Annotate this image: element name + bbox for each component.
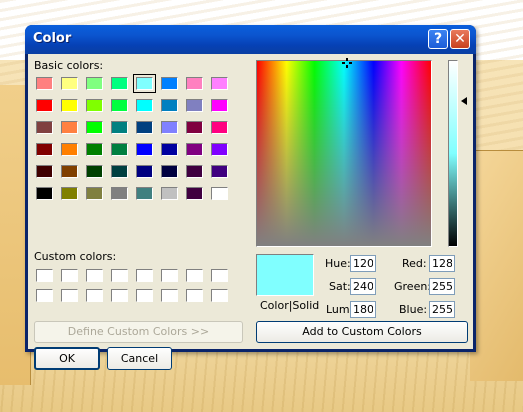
title-bar[interactable]: Color ? ✕ [25, 25, 476, 54]
custom-color-swatch[interactable] [186, 269, 203, 282]
custom-color-swatch[interactable] [136, 269, 153, 282]
basic-colors-label: Basic colors: [34, 59, 104, 72]
basic-color-swatch[interactable] [36, 77, 53, 90]
basic-color-swatch[interactable] [211, 143, 228, 156]
basic-color-swatch[interactable] [161, 99, 178, 112]
basic-color-swatch[interactable] [161, 165, 178, 178]
custom-colors-label: Custom colors: [34, 250, 117, 263]
custom-color-swatch[interactable] [36, 289, 53, 302]
red-label: Red: [402, 257, 427, 270]
luminosity-slider[interactable] [448, 60, 458, 247]
basic-color-swatch[interactable] [136, 143, 153, 156]
basic-color-swatch[interactable] [86, 121, 103, 134]
color-dialog: Color ? ✕ Basic colors: Custom colors: D… [25, 25, 476, 370]
help-button[interactable]: ? [428, 29, 448, 49]
hue-field[interactable] [350, 255, 376, 272]
basic-color-swatch[interactable] [136, 121, 153, 134]
custom-color-swatch[interactable] [86, 269, 103, 282]
basic-color-swatch[interactable] [211, 121, 228, 134]
red-field[interactable] [429, 255, 455, 272]
basic-color-swatch[interactable] [86, 143, 103, 156]
basic-color-swatch[interactable] [61, 121, 78, 134]
basic-color-swatch[interactable] [186, 77, 203, 90]
basic-color-swatch[interactable] [211, 165, 228, 178]
custom-color-swatch[interactable] [211, 269, 228, 282]
basic-color-swatch[interactable] [61, 77, 78, 90]
luminosity-arrow-icon[interactable] [461, 97, 467, 105]
add-to-custom-colors-button[interactable]: Add to Custom Colors [256, 321, 468, 343]
background-object-right [470, 150, 523, 381]
basic-color-swatch[interactable] [111, 187, 128, 200]
basic-color-swatch[interactable] [86, 187, 103, 200]
color-preview [256, 254, 314, 296]
custom-color-swatch[interactable] [111, 269, 128, 282]
green-label: Green: [394, 280, 432, 293]
cancel-button[interactable]: Cancel [107, 347, 172, 370]
basic-color-swatch[interactable] [161, 77, 178, 90]
crosshair-icon [342, 58, 352, 68]
basic-color-swatch[interactable] [211, 77, 228, 90]
basic-color-swatch[interactable] [186, 165, 203, 178]
color-spectrum[interactable] [256, 58, 432, 247]
basic-color-swatch[interactable] [36, 121, 53, 134]
custom-color-swatch[interactable] [61, 269, 78, 282]
color-solid-label: Color|Solid [260, 299, 320, 312]
custom-color-swatch[interactable] [86, 289, 103, 302]
basic-color-swatch[interactable] [136, 99, 153, 112]
basic-color-swatch[interactable] [61, 143, 78, 156]
basic-color-swatch[interactable] [136, 165, 153, 178]
basic-color-swatch[interactable] [186, 143, 203, 156]
close-icon: ✕ [454, 31, 466, 47]
custom-color-swatch[interactable] [36, 269, 53, 282]
dialog-client-area: Basic colors: Custom colors: Define Cust… [28, 54, 473, 370]
hue-label: Hue: [325, 257, 351, 270]
basic-color-swatch[interactable] [186, 99, 203, 112]
help-icon: ? [433, 31, 443, 47]
blue-label: Blue: [399, 303, 428, 316]
basic-color-swatch[interactable] [61, 187, 78, 200]
basic-color-swatch[interactable] [111, 77, 128, 90]
basic-color-swatch[interactable] [111, 165, 128, 178]
lum-field[interactable] [350, 301, 376, 318]
custom-color-swatch[interactable] [161, 289, 178, 302]
basic-color-swatch[interactable] [186, 121, 203, 134]
ok-button[interactable]: OK [34, 347, 100, 370]
basic-color-swatch[interactable] [211, 187, 228, 200]
sat-label: Sat: [329, 280, 351, 293]
basic-color-swatch[interactable] [111, 99, 128, 112]
custom-color-swatch[interactable] [136, 289, 153, 302]
basic-color-swatch[interactable] [161, 187, 178, 200]
green-field[interactable] [429, 278, 455, 295]
basic-color-swatch[interactable] [133, 74, 156, 93]
basic-color-swatch[interactable] [36, 165, 53, 178]
custom-color-swatch[interactable] [211, 289, 228, 302]
basic-color-swatch[interactable] [86, 99, 103, 112]
basic-color-swatch[interactable] [111, 121, 128, 134]
custom-color-swatch[interactable] [186, 289, 203, 302]
custom-color-swatch[interactable] [111, 289, 128, 302]
basic-color-swatch[interactable] [186, 187, 203, 200]
dialog-title: Color [33, 31, 72, 46]
basic-color-swatch[interactable] [211, 99, 228, 112]
basic-color-swatch[interactable] [86, 165, 103, 178]
close-button[interactable]: ✕ [450, 29, 470, 49]
custom-color-swatch[interactable] [61, 289, 78, 302]
custom-color-swatch[interactable] [161, 269, 178, 282]
basic-color-swatch[interactable] [61, 165, 78, 178]
basic-color-swatch[interactable] [36, 143, 53, 156]
basic-color-swatch[interactable] [111, 143, 128, 156]
basic-color-swatch[interactable] [61, 99, 78, 112]
basic-color-swatch[interactable] [86, 77, 103, 90]
basic-color-swatch[interactable] [161, 121, 178, 134]
basic-color-swatch[interactable] [161, 143, 178, 156]
sat-field[interactable] [350, 278, 376, 295]
blue-field[interactable] [429, 301, 455, 318]
basic-color-swatch[interactable] [36, 99, 53, 112]
define-custom-colors-button[interactable]: Define Custom Colors >> [34, 321, 243, 343]
basic-color-swatch[interactable] [136, 187, 153, 200]
basic-color-swatch[interactable] [36, 187, 53, 200]
